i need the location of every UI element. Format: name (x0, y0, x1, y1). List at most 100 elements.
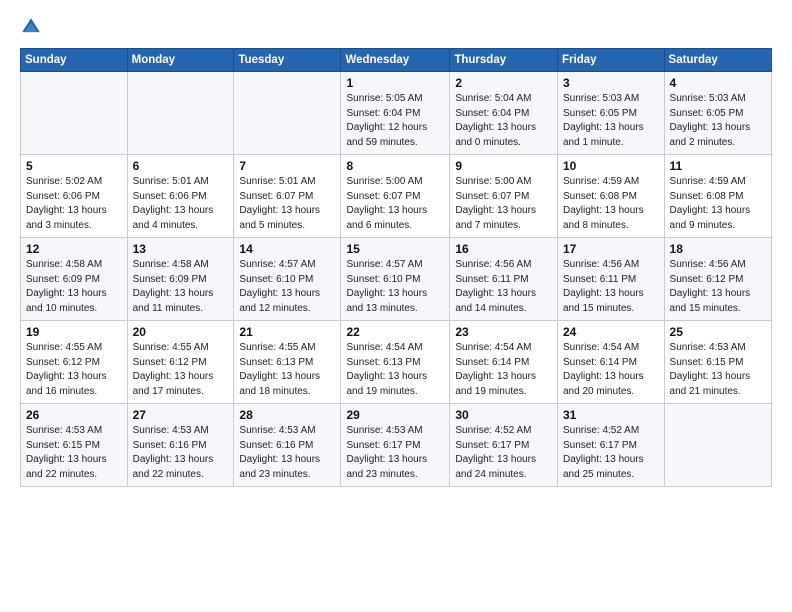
calendar-cell: 25 Sunrise: 4:53 AMSunset: 6:15 PMDayligh… (664, 321, 771, 404)
calendar-cell: 20 Sunrise: 4:55 AMSunset: 6:12 PMDayligh… (127, 321, 234, 404)
calendar-cell: 30 Sunrise: 4:52 AMSunset: 6:17 PMDayligh… (450, 404, 558, 487)
day-number: 30 (455, 408, 552, 422)
calendar-cell: 3 Sunrise: 5:03 AMSunset: 6:05 PMDaylight… (558, 72, 665, 155)
day-info: Sunrise: 4:55 AMSunset: 6:12 PMDaylight:… (133, 341, 229, 399)
calendar-cell: 7 Sunrise: 5:01 AMSunset: 6:07 PMDaylight… (234, 155, 341, 238)
day-info: Sunrise: 4:56 AMSunset: 6:11 PMDaylight:… (563, 258, 659, 316)
day-number: 4 (670, 76, 766, 90)
day-info: Sunrise: 4:57 AMSunset: 6:10 PMDaylight:… (346, 258, 444, 316)
calendar-cell: 16 Sunrise: 4:56 AMSunset: 6:11 PMDayligh… (450, 238, 558, 321)
day-info: Sunrise: 4:53 AMSunset: 6:15 PMDaylight:… (670, 341, 766, 399)
calendar-cell: 10 Sunrise: 4:59 AMSunset: 6:08 PMDayligh… (558, 155, 665, 238)
day-number: 19 (26, 325, 122, 339)
day-info: Sunrise: 4:56 AMSunset: 6:11 PMDaylight:… (455, 258, 552, 316)
calendar-week-5: 26 Sunrise: 4:53 AMSunset: 6:15 PMDayligh… (21, 404, 772, 487)
day-number: 17 (563, 242, 659, 256)
day-number: 6 (133, 159, 229, 173)
logo-icon (20, 16, 42, 38)
calendar-week-4: 19 Sunrise: 4:55 AMSunset: 6:12 PMDayligh… (21, 321, 772, 404)
calendar-table: SundayMondayTuesdayWednesdayThursdayFrid… (20, 48, 772, 487)
calendar-cell: 13Sunrise: 4:58 AMSunset: 6:09 PMDayligh… (127, 238, 234, 321)
calendar-cell: 24 Sunrise: 4:54 AMSunset: 6:14 PMDayligh… (558, 321, 665, 404)
weekday-header-saturday: Saturday (664, 49, 771, 72)
day-info: Sunrise: 5:04 AMSunset: 6:04 PMDaylight:… (455, 92, 552, 150)
weekday-header-tuesday: Tuesday (234, 49, 341, 72)
calendar-cell: 12 Sunrise: 4:58 AMSunset: 6:09 PMDayligh… (21, 238, 128, 321)
day-info: Sunrise: 4:53 AMSunset: 6:16 PMDaylight:… (133, 424, 229, 482)
day-info: Sunrise: 4:53 AMSunset: 6:16 PMDaylight:… (239, 424, 335, 482)
page: SundayMondayTuesdayWednesdayThursdayFrid… (0, 0, 792, 612)
day-number: 22 (346, 325, 444, 339)
calendar-cell: 14 Sunrise: 4:57 AMSunset: 6:10 PMDayligh… (234, 238, 341, 321)
day-number: 10 (563, 159, 659, 173)
weekday-header-friday: Friday (558, 49, 665, 72)
day-number: 18 (670, 242, 766, 256)
calendar-cell: 29 Sunrise: 4:53 AMSunset: 6:17 PMDayligh… (341, 404, 450, 487)
day-number: 1 (346, 76, 444, 90)
day-number: 13 (133, 242, 229, 256)
calendar-cell: 26 Sunrise: 4:53 AMSunset: 6:15 PMDayligh… (21, 404, 128, 487)
weekday-header-row: SundayMondayTuesdayWednesdayThursdayFrid… (21, 49, 772, 72)
day-info: Sunrise: 4:59 AMSunset: 6:08 PMDaylight:… (563, 175, 659, 233)
day-info: Sunrise: 5:03 AMSunset: 6:05 PMDaylight:… (563, 92, 659, 150)
weekday-header-sunday: Sunday (21, 49, 128, 72)
calendar-cell: 6 Sunrise: 5:01 AMSunset: 6:06 PMDaylight… (127, 155, 234, 238)
calendar-cell: 15 Sunrise: 4:57 AMSunset: 6:10 PMDayligh… (341, 238, 450, 321)
day-number: 2 (455, 76, 552, 90)
day-number: 12 (26, 242, 122, 256)
header (20, 16, 772, 38)
calendar-cell (21, 72, 128, 155)
day-number: 14 (239, 242, 335, 256)
calendar-cell: 2 Sunrise: 5:04 AMSunset: 6:04 PMDaylight… (450, 72, 558, 155)
day-info: Sunrise: 4:54 AMSunset: 6:14 PMDaylight:… (455, 341, 552, 399)
day-number: 27 (133, 408, 229, 422)
calendar-week-3: 12 Sunrise: 4:58 AMSunset: 6:09 PMDayligh… (21, 238, 772, 321)
day-number: 31 (563, 408, 659, 422)
weekday-header-monday: Monday (127, 49, 234, 72)
day-info: Sunrise: 4:53 AMSunset: 6:17 PMDaylight:… (346, 424, 444, 482)
day-number: 28 (239, 408, 335, 422)
weekday-header-thursday: Thursday (450, 49, 558, 72)
day-info: Sunrise: 4:57 AMSunset: 6:10 PMDaylight:… (239, 258, 335, 316)
day-info: Sunrise: 4:52 AMSunset: 6:17 PMDaylight:… (455, 424, 552, 482)
day-info: Sunrise: 4:59 AMSunset: 6:08 PMDaylight:… (670, 175, 766, 233)
calendar-cell (127, 72, 234, 155)
day-number: 25 (670, 325, 766, 339)
day-info: Sunrise: 4:52 AMSunset: 6:17 PMDaylight:… (563, 424, 659, 482)
day-number: 23 (455, 325, 552, 339)
calendar-cell: 11 Sunrise: 4:59 AMSunset: 6:08 PMDayligh… (664, 155, 771, 238)
day-info: Sunrise: 4:58 AMSunset: 6:09 PMDaylight:… (26, 258, 122, 316)
day-number: 7 (239, 159, 335, 173)
day-number: 29 (346, 408, 444, 422)
calendar-cell: 4Sunrise: 5:03 AMSunset: 6:05 PMDaylight… (664, 72, 771, 155)
day-number: 9 (455, 159, 552, 173)
day-info: Sunrise: 5:01 AMSunset: 6:06 PMDaylight:… (133, 175, 229, 233)
day-info: Sunrise: 5:00 AMSunset: 6:07 PMDaylight:… (455, 175, 552, 233)
day-info: Sunrise: 4:54 AMSunset: 6:14 PMDaylight:… (563, 341, 659, 399)
day-number: 20 (133, 325, 229, 339)
calendar-cell: 27 Sunrise: 4:53 AMSunset: 6:16 PMDayligh… (127, 404, 234, 487)
calendar-cell (234, 72, 341, 155)
calendar-cell: 19Sunrise: 4:55 AMSunset: 6:12 PMDayligh… (21, 321, 128, 404)
day-number: 5 (26, 159, 122, 173)
calendar-cell: 31 Sunrise: 4:52 AMSunset: 6:17 PMDayligh… (558, 404, 665, 487)
logo (20, 16, 46, 38)
weekday-header-wednesday: Wednesday (341, 49, 450, 72)
day-number: 3 (563, 76, 659, 90)
calendar-week-2: 5Sunrise: 5:02 AMSunset: 6:06 PMDaylight… (21, 155, 772, 238)
day-number: 8 (346, 159, 444, 173)
day-info: Sunrise: 4:54 AMSunset: 6:13 PMDaylight:… (346, 341, 444, 399)
day-number: 11 (670, 159, 766, 173)
day-info: Sunrise: 5:01 AMSunset: 6:07 PMDaylight:… (239, 175, 335, 233)
day-number: 26 (26, 408, 122, 422)
calendar-cell: 9 Sunrise: 5:00 AMSunset: 6:07 PMDaylight… (450, 155, 558, 238)
day-info: Sunrise: 5:05 AMSunset: 6:04 PMDaylight:… (346, 92, 444, 150)
day-info: Sunrise: 4:53 AMSunset: 6:15 PMDaylight:… (26, 424, 122, 482)
calendar-cell: 1 Sunrise: 5:05 AMSunset: 6:04 PMDaylight… (341, 72, 450, 155)
calendar-cell: 5Sunrise: 5:02 AMSunset: 6:06 PMDaylight… (21, 155, 128, 238)
calendar-week-1: 1 Sunrise: 5:05 AMSunset: 6:04 PMDaylight… (21, 72, 772, 155)
day-number: 16 (455, 242, 552, 256)
day-number: 15 (346, 242, 444, 256)
day-number: 24 (563, 325, 659, 339)
calendar-cell: 21Sunrise: 4:55 AMSunset: 6:13 PMDayligh… (234, 321, 341, 404)
